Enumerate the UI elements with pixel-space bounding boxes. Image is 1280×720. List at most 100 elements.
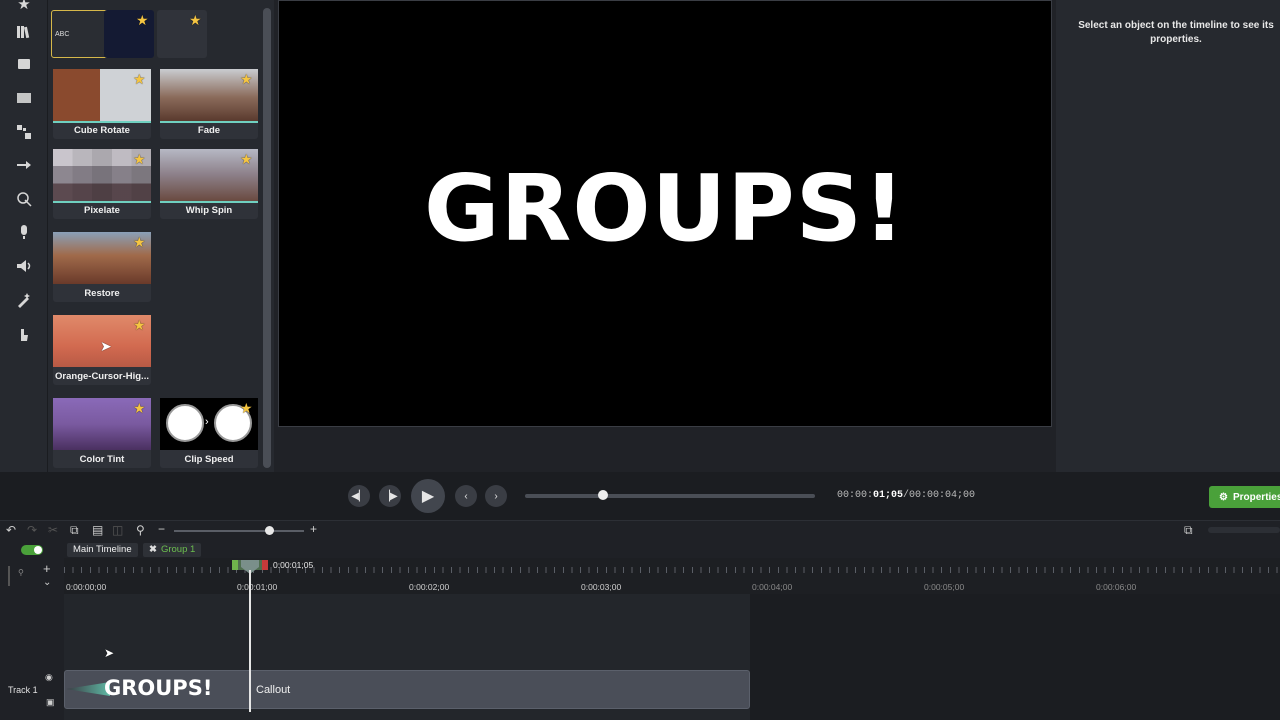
- cut-icon[interactable]: ✂: [48, 523, 58, 537]
- tab-main-timeline[interactable]: Main Timeline: [67, 543, 138, 557]
- timecode: 00:00:01;05/00:00:04;00: [837, 490, 975, 501]
- tab-group-1[interactable]: ✖ Group 1: [143, 543, 202, 557]
- ruler-label: 0:00:02;00: [409, 582, 450, 592]
- properties-button[interactable]: ⚙ Properties: [1209, 486, 1280, 508]
- interactivity-icon[interactable]: [12, 322, 36, 346]
- in-point-handle[interactable]: [232, 560, 238, 570]
- properties-panel: Select an object on the timeline to see …: [1056, 0, 1280, 472]
- track-label[interactable]: Track 1: [8, 685, 38, 695]
- favorites-library: ABC ★ ★ ★ ★ Cube Rotate ★ Fade ★ Pixelat…: [48, 0, 274, 472]
- ruler-label: 0:00:01;00: [237, 582, 278, 592]
- timecode-current: 01;05: [873, 490, 904, 501]
- library-item-whip-spin[interactable]: ★ Whip Spin: [160, 149, 258, 219]
- add-track-icon[interactable]: +: [43, 561, 51, 576]
- copy-icon[interactable]: ⧉: [70, 523, 79, 538]
- properties-empty-message: Select an object on the timeline to see …: [1078, 20, 1274, 45]
- transitions-icon[interactable]: [12, 86, 36, 110]
- transition-bar: [160, 121, 258, 123]
- clip-title: GROUPS!: [104, 676, 213, 700]
- media-library-icon[interactable]: [12, 20, 36, 44]
- zoom-icon[interactable]: ⚲: [18, 568, 24, 577]
- detach-timeline-icon[interactable]: ⧉: [1184, 523, 1193, 538]
- gear-icon: ⚙: [1219, 491, 1228, 503]
- mouse-cursor-icon: ➤: [104, 646, 115, 660]
- item-label: Color Tint: [79, 454, 125, 465]
- playhead-line[interactable]: [249, 570, 251, 712]
- favorite-star-icon[interactable]: ★: [133, 318, 147, 332]
- ruler-label: 0:00:00;00: [66, 582, 107, 592]
- close-icon[interactable]: ✖: [149, 544, 157, 555]
- visual-effects-icon[interactable]: [12, 288, 36, 312]
- item-label: Restore: [84, 288, 120, 299]
- arrow-icon: ›: [205, 416, 209, 428]
- zoom-search-icon[interactable]: ⚲: [136, 523, 145, 537]
- animations-icon[interactable]: [12, 153, 36, 177]
- library-item-pixelate[interactable]: ★ Pixelate: [53, 149, 151, 219]
- cursor-effects-icon[interactable]: [12, 187, 36, 211]
- clock-icon: [166, 404, 204, 442]
- previous-marker-button[interactable]: ‹: [455, 485, 477, 507]
- item-label: Pixelate: [84, 205, 120, 216]
- zoom-slider[interactable]: [174, 530, 304, 532]
- playhead-time: 0:00:01;05: [273, 560, 314, 570]
- behaviors-icon[interactable]: [12, 120, 36, 144]
- canvas-title[interactable]: GROUPS!: [424, 155, 906, 262]
- favorites-star-icon[interactable]: ★: [12, 0, 36, 16]
- paste-icon[interactable]: ▤: [92, 523, 103, 537]
- preview-canvas[interactable]: GROUPS!: [278, 0, 1052, 427]
- library-item-clip-speed[interactable]: › ★ Clip Speed: [160, 398, 258, 468]
- ruler-label: 0:00:03;00: [581, 582, 622, 592]
- annotations-icon[interactable]: [12, 52, 36, 76]
- library-item-fade[interactable]: ★ Fade: [160, 69, 258, 139]
- clip-name: Callout: [256, 684, 291, 696]
- eye-icon[interactable]: ◉: [45, 672, 53, 683]
- play-button[interactable]: ▶: [411, 479, 445, 513]
- favorite-star-icon[interactable]: ★: [189, 13, 203, 27]
- mouse-cursor-icon: ➤: [100, 338, 112, 354]
- library-item-cube-rotate[interactable]: ★ Cube Rotate: [53, 69, 151, 139]
- ruler-label: 0:00:05;00: [924, 582, 965, 592]
- ruler-label: 0:00:04;00: [752, 582, 793, 592]
- favorite-star-icon[interactable]: ★: [133, 401, 147, 415]
- zoom-out-icon[interactable]: −: [158, 522, 165, 536]
- step-forward-button[interactable]: ▕▶: [379, 485, 401, 507]
- zoom-slider-knob[interactable]: [265, 526, 274, 535]
- audio-effects-icon[interactable]: [12, 254, 36, 278]
- transition-bar: [160, 201, 258, 203]
- favorite-star-icon[interactable]: ★: [133, 235, 147, 249]
- item-label: Cube Rotate: [74, 125, 130, 136]
- library-scrollbar[interactable]: [263, 8, 271, 468]
- favorite-star-icon[interactable]: ★: [240, 72, 254, 86]
- step-back-button[interactable]: ◀▏: [348, 485, 370, 507]
- timeline-scroll[interactable]: [1208, 527, 1280, 533]
- favorite-star-icon[interactable]: ★: [240, 401, 254, 415]
- transition-bar: [53, 121, 151, 123]
- item-label: Whip Spin: [185, 205, 233, 216]
- favorite-star-icon[interactable]: ★: [136, 13, 150, 27]
- favorite-star-icon[interactable]: ★: [133, 72, 147, 86]
- chevron-down-icon[interactable]: ⌄: [43, 577, 51, 588]
- library-item-color-tint[interactable]: ★ Color Tint: [53, 398, 151, 468]
- favorite-star-icon[interactable]: ★: [240, 152, 254, 166]
- next-marker-button[interactable]: ›: [485, 485, 507, 507]
- favorite-star-icon[interactable]: ★: [133, 152, 147, 166]
- lock-icon[interactable]: ▣: [46, 697, 55, 708]
- track-height-slider[interactable]: [8, 566, 10, 586]
- out-point-handle[interactable]: [262, 560, 268, 570]
- timecode-prefix: 00:00:: [837, 490, 874, 501]
- camtasia-editor: ★ ABC ★ ★ ★ ★ Cube Rotate: [0, 0, 1280, 720]
- item-label: Orange-Cursor-Hig...: [55, 371, 149, 382]
- scrubber-track[interactable]: [525, 490, 815, 500]
- library-item-restore[interactable]: ★ Restore: [53, 232, 151, 302]
- library-tile-blank[interactable]: ★: [157, 10, 207, 58]
- item-label: Fade: [197, 125, 221, 136]
- ruler-label: 0:00:06;00: [1096, 582, 1137, 592]
- undo-icon[interactable]: ↶: [6, 523, 16, 537]
- library-tile-shape[interactable]: ★: [104, 10, 154, 58]
- redo-icon[interactable]: ↷: [27, 523, 37, 537]
- item-label: Clip Speed: [184, 454, 234, 465]
- zoom-in-icon[interactable]: +: [310, 522, 317, 536]
- voice-narration-icon[interactable]: [12, 220, 36, 244]
- magnetic-toggle[interactable]: [21, 545, 43, 555]
- split-icon[interactable]: ◫: [112, 523, 123, 537]
